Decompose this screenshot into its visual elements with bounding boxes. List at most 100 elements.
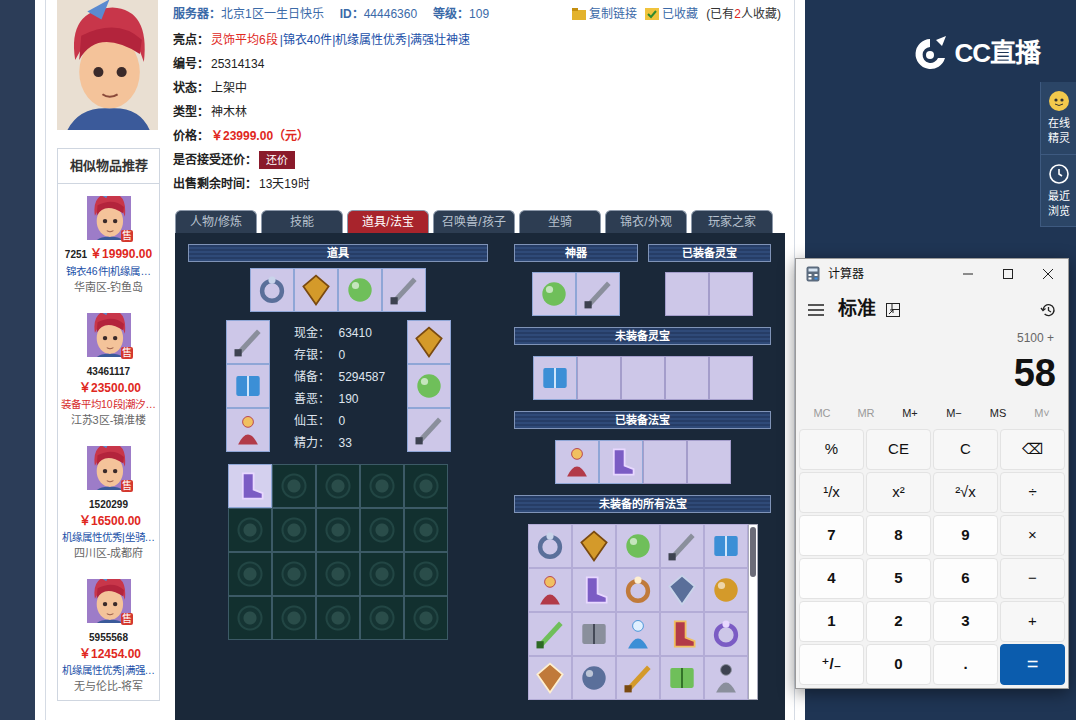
calc-key[interactable]: 4 [799, 558, 864, 599]
item-slot[interactable] [555, 440, 599, 484]
calc-key[interactable]: 9 [933, 515, 998, 556]
item-slot[interactable] [226, 320, 270, 364]
item-slot[interactable] [226, 364, 270, 408]
bag-slot[interactable] [316, 552, 360, 596]
tab[interactable]: 道具/法宝 [347, 210, 429, 233]
bag-slot[interactable] [316, 464, 360, 508]
item-slot[interactable] [528, 524, 572, 568]
calc-key[interactable]: 3 [933, 601, 998, 642]
maximize-button[interactable] [988, 259, 1028, 289]
item-slot[interactable] [250, 268, 294, 312]
item-slot[interactable] [616, 568, 660, 612]
bag-slot[interactable] [228, 464, 272, 508]
side-tool[interactable]: 最近浏览 [1041, 155, 1076, 228]
calc-key[interactable]: . [933, 644, 998, 685]
bag-slot[interactable] [272, 508, 316, 552]
bag-slot[interactable] [404, 596, 448, 640]
calc-key[interactable]: 8 [866, 515, 931, 556]
item-slot[interactable] [660, 612, 704, 656]
item-slot[interactable] [709, 356, 753, 400]
item-slot[interactable] [533, 356, 577, 400]
calc-key[interactable]: % [799, 429, 864, 470]
scrollbar[interactable] [748, 524, 758, 700]
similar-item[interactable]: 售43461117￥23500.00装备平均10段|潮汐…江苏3区-镇淮楼 [58, 301, 159, 434]
memory-button[interactable]: MR [844, 405, 888, 422]
calc-key[interactable]: + [1000, 601, 1065, 642]
item-slot[interactable] [407, 364, 451, 408]
bag-slot[interactable] [228, 508, 272, 552]
calc-key[interactable]: − [1000, 558, 1065, 599]
item-slot[interactable] [599, 440, 643, 484]
item-slot[interactable] [572, 568, 616, 612]
item-slot[interactable] [577, 356, 621, 400]
item-slot[interactable] [572, 612, 616, 656]
bag-slot[interactable] [404, 508, 448, 552]
similar-item[interactable]: 售7251￥19990.00锦衣46件|机缘属…华南区-钓鱼岛 [58, 184, 159, 301]
item-slot[interactable] [576, 272, 620, 316]
memory-button[interactable]: M+ [888, 405, 932, 422]
calc-key[interactable]: 2 [866, 601, 931, 642]
bag-slot[interactable] [316, 508, 360, 552]
bag-slot[interactable] [228, 552, 272, 596]
similar-avatar[interactable]: 售 [87, 579, 131, 623]
item-slot[interactable] [528, 656, 572, 700]
item-slot[interactable] [660, 656, 704, 700]
bag-slot[interactable] [316, 596, 360, 640]
side-tool[interactable]: 在线精灵 [1041, 82, 1076, 155]
bag-slot[interactable] [360, 464, 404, 508]
bag-slot[interactable] [404, 552, 448, 596]
item-slot[interactable] [687, 440, 731, 484]
item-slot[interactable] [382, 268, 426, 312]
item-slot[interactable] [660, 568, 704, 612]
item-slot[interactable] [407, 320, 451, 364]
tab[interactable]: 召唤兽/孩子 [433, 210, 515, 233]
calc-key[interactable]: 6 [933, 558, 998, 599]
item-slot[interactable] [704, 524, 748, 568]
item-slot[interactable] [704, 568, 748, 612]
menu-button[interactable] [808, 300, 824, 318]
bag-slot[interactable] [404, 464, 448, 508]
cc-logo[interactable]: CC直播 [910, 34, 1040, 73]
memory-button[interactable]: M˅ [1020, 405, 1064, 422]
item-slot[interactable] [704, 612, 748, 656]
tab[interactable]: 坐骑 [519, 210, 601, 233]
item-slot[interactable] [616, 612, 660, 656]
minimize-button[interactable] [948, 259, 988, 289]
item-slot[interactable] [660, 524, 704, 568]
memory-button[interactable]: MC [800, 405, 844, 422]
calc-key[interactable]: ¹/x [799, 472, 864, 513]
bag-slot[interactable] [228, 596, 272, 640]
tab[interactable]: 人物/修炼 [175, 210, 257, 233]
copy-link-button[interactable]: 复制链接 [572, 5, 637, 23]
item-slot[interactable] [665, 272, 709, 316]
bag-slot[interactable] [360, 552, 404, 596]
similar-avatar[interactable]: 售 [87, 313, 131, 357]
keep-on-top-button[interactable] [886, 300, 900, 318]
bag-slot[interactable] [360, 508, 404, 552]
item-slot[interactable] [621, 356, 665, 400]
item-slot[interactable] [226, 408, 270, 452]
item-slot[interactable] [616, 656, 660, 700]
calc-key[interactable]: x² [866, 472, 931, 513]
bag-slot[interactable] [272, 552, 316, 596]
favorited-button[interactable]: 已收藏 [645, 5, 698, 23]
item-slot[interactable] [704, 656, 748, 700]
similar-avatar[interactable]: 售 [87, 446, 131, 490]
calc-key[interactable]: 7 [799, 515, 864, 556]
bag-slot[interactable] [360, 596, 404, 640]
item-slot[interactable] [572, 656, 616, 700]
scroll-thumb[interactable] [750, 527, 756, 577]
bag-slot[interactable] [272, 596, 316, 640]
calc-key[interactable]: 5 [866, 558, 931, 599]
tab[interactable]: 锦衣/外观 [605, 210, 687, 233]
calculator-window[interactable]: 计算器标准5100 +58MCMRM+M−MSM˅%CEC⌫¹/xx²²√x÷7… [795, 258, 1069, 689]
item-slot[interactable] [528, 568, 572, 612]
similar-item[interactable]: 售1520299￥16500.00机缘属性优秀|坐骑…四川区-成都府 [58, 434, 159, 567]
calc-key[interactable]: 0 [866, 644, 931, 685]
similar-item[interactable]: 售5955568￥12454.00机缘属性优秀|满强…无与伦比-将军 [58, 567, 159, 700]
history-button[interactable] [1040, 300, 1056, 318]
calc-key[interactable]: C [933, 429, 998, 470]
calc-key[interactable]: ²√x [933, 472, 998, 513]
tab[interactable]: 玩家之家 [691, 210, 773, 233]
memory-button[interactable]: M− [932, 405, 976, 422]
